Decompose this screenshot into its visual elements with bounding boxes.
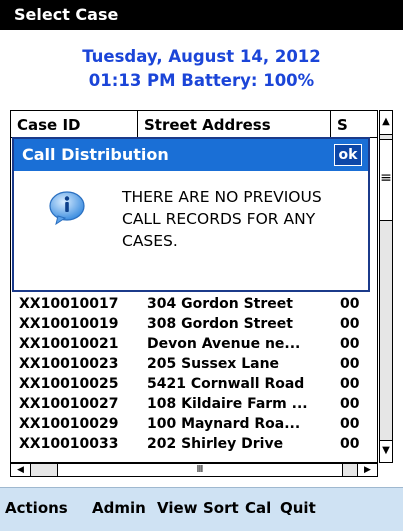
address-cell: 205 Sussex Lane: [147, 356, 280, 372]
column-header-s[interactable]: S: [331, 111, 377, 138]
status-cell: 00: [340, 396, 360, 412]
status-cell: 00: [340, 296, 360, 312]
vertical-scrollbar[interactable]: ▲ ≡ ▼: [379, 110, 393, 463]
case-id-cell: XX10010027: [19, 396, 119, 412]
column-header-case-id[interactable]: Case ID: [11, 111, 138, 138]
status-cell: 00: [340, 336, 360, 352]
date-text: Tuesday, August 14, 2012: [82, 47, 321, 66]
status-cell: 00: [340, 316, 360, 332]
menu-quit[interactable]: Quit: [280, 499, 316, 517]
case-id-cell: XX10010017: [19, 296, 119, 312]
ok-button[interactable]: ok: [334, 144, 362, 166]
menu-actions[interactable]: Actions: [5, 499, 68, 517]
call-distribution-dialog: Call Distribution ok THERE ARE NO PREVIO…: [12, 137, 370, 292]
info-icon: [49, 191, 85, 226]
case-id-cell: XX10010029: [19, 416, 119, 432]
address-cell: 100 Maynard Roa...: [147, 416, 301, 432]
address-cell: Devon Avenue ne...: [147, 336, 301, 352]
table-row[interactable]: XX10010027 108 Kildaire Farm ... 00: [11, 395, 377, 414]
table-row[interactable]: XX10010021 Devon Avenue ne... 00: [11, 335, 377, 354]
table-row[interactable]: XX10010025 5421 Cornwall Road 00: [11, 375, 377, 394]
window-title: Select Case: [14, 5, 119, 24]
address-cell: 5421 Cornwall Road: [147, 376, 305, 392]
address-cell: 304 Gordon Street: [147, 296, 293, 312]
scroll-up-icon[interactable]: ▲: [380, 111, 392, 135]
status-cell: 00: [340, 436, 360, 452]
status-panel: Tuesday, August 14, 2012 01:13 PM Batter…: [0, 30, 403, 106]
menu-view[interactable]: View: [157, 499, 198, 517]
address-cell: 108 Kildaire Farm ...: [147, 396, 308, 412]
menu-cal[interactable]: Cal: [245, 499, 271, 517]
dialog-message: THERE ARE NO PREVIOUS CALL RECORDS FOR A…: [122, 188, 322, 250]
column-header-street-address[interactable]: Street Address: [138, 111, 331, 138]
status-cell: 00: [340, 376, 360, 392]
table-row[interactable]: XX10010033 202 Shirley Drive 00: [11, 435, 377, 454]
case-id-cell: XX10010021: [19, 336, 119, 352]
horizontal-scroll-thumb[interactable]: Ⅲ: [57, 464, 343, 476]
case-id-cell: XX10010019: [19, 316, 119, 332]
dialog-title: Call Distribution: [22, 145, 169, 164]
case-id-cell: XX10010033: [19, 436, 119, 452]
address-cell: 202 Shirley Drive: [147, 436, 284, 452]
scroll-left-icon[interactable]: ◀: [11, 464, 31, 476]
dialog-title-bar: Call Distribution ok: [14, 139, 368, 171]
address-cell: 308 Gordon Street: [147, 316, 293, 332]
scroll-down-icon[interactable]: ▼: [380, 440, 392, 462]
menu-bar: Actions Admin View Sort Cal Quit: [0, 487, 403, 531]
time-battery-text: 01:13 PM Battery: 100%: [88, 71, 315, 90]
menu-admin[interactable]: Admin: [92, 499, 146, 517]
case-id-cell: XX10010023: [19, 356, 119, 372]
scroll-thumb[interactable]: ≡: [380, 139, 392, 221]
table-row[interactable]: XX10010017 304 Gordon Street 00: [11, 295, 377, 314]
status-cell: 00: [340, 416, 360, 432]
menu-sort[interactable]: Sort: [203, 499, 239, 517]
scroll-right-icon[interactable]: ▶: [357, 464, 377, 476]
title-bar: Select Case: [0, 0, 403, 30]
table-row[interactable]: XX10010029 100 Maynard Roa... 00: [11, 415, 377, 434]
status-cell: 00: [340, 356, 360, 372]
table-row[interactable]: XX10010023 205 Sussex Lane 00: [11, 355, 377, 374]
horizontal-scrollbar[interactable]: ◀ Ⅲ ▶: [10, 463, 378, 477]
case-id-cell: XX10010025: [19, 376, 119, 392]
table-row[interactable]: XX10010019 308 Gordon Street 00: [11, 315, 377, 334]
